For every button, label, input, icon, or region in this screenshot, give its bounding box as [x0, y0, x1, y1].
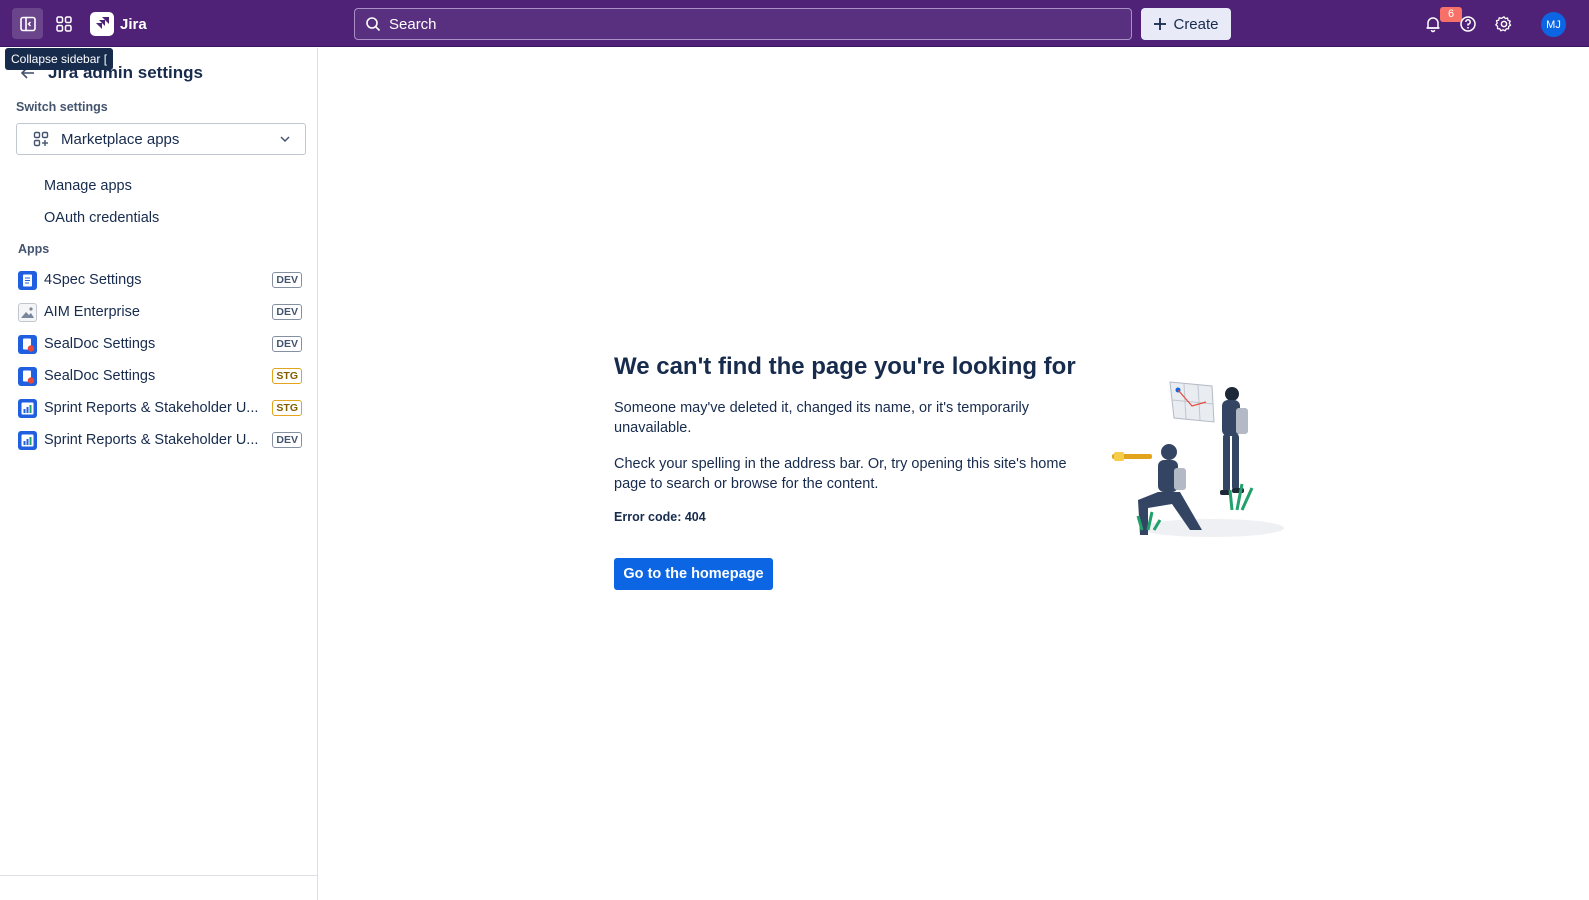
app-item-sealdoc-stg[interactable]: SealDoc Settings STG	[18, 364, 302, 388]
settings-button[interactable]	[1492, 12, 1516, 36]
error-code: Error code: 404	[614, 510, 706, 524]
plus-icon	[1154, 18, 1167, 30]
error-description: Someone may've deleted it, changed its n…	[614, 400, 1029, 436]
app-name: Sprint Reports & Stakeholder U...	[44, 432, 259, 448]
explorers-illustration	[1112, 381, 1284, 537]
sealdoc-icon	[18, 366, 37, 386]
app-grid-icon	[55, 15, 72, 32]
sidebar-item-manage-apps[interactable]: Manage apps	[44, 178, 132, 194]
jira-logo-icon	[90, 12, 114, 36]
env-tag: DEV	[272, 336, 302, 352]
gear-icon	[1495, 16, 1512, 32]
go-to-homepage-button[interactable]: Go to the homepage	[614, 558, 773, 590]
help-button[interactable]	[1456, 12, 1480, 36]
jira-logo-link[interactable]: Jira	[90, 12, 147, 36]
sprint-reports-icon	[18, 430, 37, 450]
env-tag: STG	[272, 368, 302, 384]
create-button[interactable]: Create	[1141, 8, 1231, 40]
sidebar-toggle-icon	[19, 16, 36, 31]
collapse-sidebar-button[interactable]	[12, 8, 43, 39]
help-icon	[1460, 16, 1476, 32]
app-name: SealDoc Settings	[44, 336, 156, 352]
broken-image-icon	[18, 302, 37, 322]
sidebar: Jira admin settings Switch settings Mark…	[0, 48, 318, 900]
app-name: AIM Enterprise	[44, 304, 140, 320]
chevron-down-icon	[280, 136, 290, 143]
env-tag: DEV	[272, 272, 302, 288]
create-label: Create	[1173, 15, 1219, 33]
app-item-sprint-reports-stg[interactable]: Sprint Reports & Stakeholder U... STG	[18, 396, 302, 420]
sprint-reports-icon	[18, 398, 37, 418]
search-icon	[366, 17, 381, 32]
apps-add-icon	[33, 131, 49, 147]
document-app-icon	[18, 270, 37, 290]
app-item-sprint-reports-dev[interactable]: Sprint Reports & Stakeholder U... DEV	[18, 428, 302, 452]
env-tag: DEV	[272, 432, 302, 448]
app-name: SealDoc Settings	[44, 368, 156, 384]
app-item-aim-enterprise-dev[interactable]: AIM Enterprise DEV	[18, 300, 302, 324]
app-item-4spec-dev[interactable]: 4Spec Settings DEV	[18, 268, 302, 292]
switch-settings-label: Switch settings	[16, 100, 108, 114]
app-name: Sprint Reports & Stakeholder U...	[44, 400, 259, 416]
sidebar-item-oauth-credentials[interactable]: OAuth credentials	[44, 210, 159, 226]
apps-section-label: Apps	[18, 242, 50, 256]
search-input[interactable]: Search	[354, 8, 1132, 40]
collapse-sidebar-tooltip: Collapse sidebar [	[5, 48, 114, 70]
switch-settings-dropdown[interactable]: Marketplace apps	[16, 123, 306, 155]
env-tag: STG	[272, 400, 302, 416]
switch-settings-value: Marketplace apps	[61, 130, 180, 148]
env-tag: DEV	[272, 304, 302, 320]
user-avatar[interactable]: MJ	[1541, 12, 1566, 37]
error-suggestion: Check your spelling in the address bar. …	[614, 456, 1067, 492]
app-item-sealdoc-dev[interactable]: SealDoc Settings DEV	[18, 332, 302, 356]
top-navigation-bar: Jira Search Create 6 MJ	[0, 0, 1589, 47]
error-title: We can't find the page you're looking fo…	[614, 353, 1076, 380]
app-name: 4Spec Settings	[44, 272, 142, 288]
app-switcher-button[interactable]	[48, 8, 79, 39]
sealdoc-icon	[18, 334, 37, 354]
app-name: Jira	[120, 15, 147, 33]
sidebar-footer-divider	[0, 875, 318, 876]
search-placeholder: Search	[389, 15, 437, 33]
